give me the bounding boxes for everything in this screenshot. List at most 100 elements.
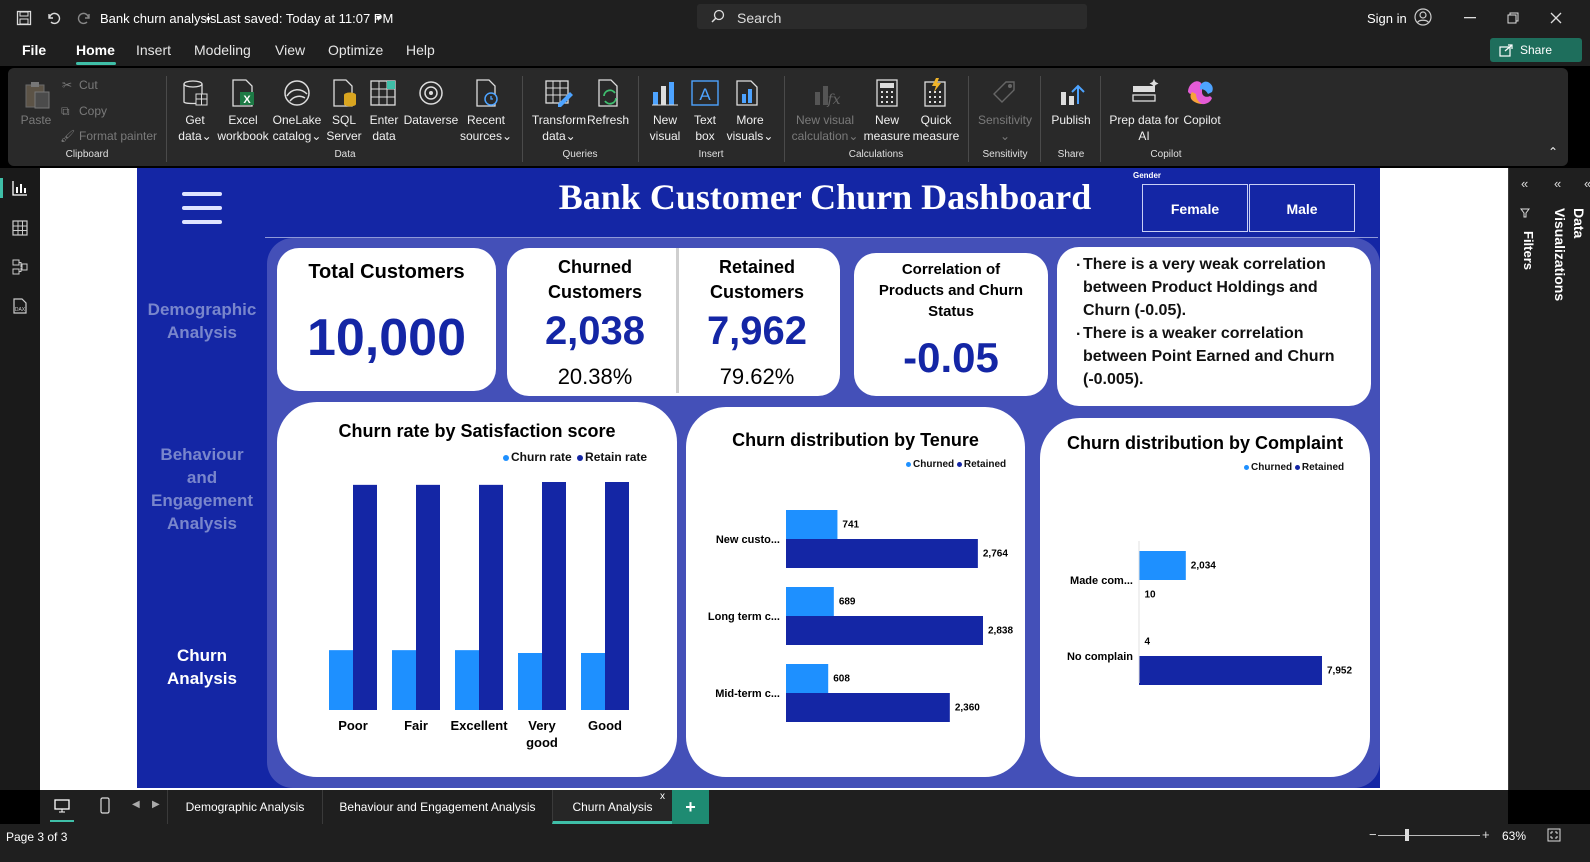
new-visual-calculation-button[interactable]: New visual calculation⌄ <box>790 112 860 144</box>
menu-file[interactable]: File <box>22 42 46 58</box>
table-view-icon[interactable] <box>12 220 28 236</box>
model-view-icon[interactable] <box>12 259 28 275</box>
filters-pane-label[interactable]: Filters <box>1521 231 1536 270</box>
copy-icon[interactable]: ⧉ <box>61 103 70 119</box>
excel-workbook-button[interactable]: Excel workbook <box>214 112 272 144</box>
enter-data-button[interactable]: Enter data <box>366 112 402 144</box>
get-data-button[interactable]: Get data⌄ <box>176 112 214 144</box>
expand-filters-icon[interactable]: « <box>1521 176 1528 191</box>
nav-demographic-analysis[interactable]: Demographic Analysis <box>140 298 264 344</box>
prev-page-icon[interactable]: ◀ <box>132 799 140 810</box>
sql-server-button[interactable]: SQL Server <box>324 112 364 144</box>
format-painter-icon[interactable]: 🖌 <box>60 128 75 144</box>
restore-icon[interactable] <box>1507 12 1519 24</box>
recent-sources-button[interactable]: Recent sources⌄ <box>458 112 514 144</box>
chevron-down-icon[interactable]: ▾ <box>376 13 381 24</box>
zoom-slider-thumb[interactable] <box>1405 829 1410 841</box>
expand-visualizations-icon[interactable]: « <box>1554 176 1561 191</box>
sign-in-link[interactable]: Sign in <box>1367 11 1407 26</box>
share-button[interactable]: Share <box>1490 38 1582 62</box>
copy-label[interactable]: Copy <box>79 103 107 119</box>
zoom-in-button[interactable]: + <box>1482 827 1490 842</box>
transform-data-button[interactable]: Transform data⌄ <box>530 112 588 144</box>
menu-insert[interactable]: Insert <box>136 42 171 58</box>
get-data-line1: Get <box>185 113 205 127</box>
copilot-icon[interactable] <box>1186 78 1216 108</box>
redo-icon[interactable] <box>76 10 92 26</box>
new-visual-icon[interactable] <box>650 78 680 108</box>
account-icon[interactable] <box>1414 8 1432 26</box>
next-page-icon[interactable]: ▶ <box>152 799 160 810</box>
more-visuals-icon[interactable] <box>734 78 764 108</box>
menu-help[interactable]: Help <box>406 42 435 58</box>
fit-to-page-icon[interactable] <box>1547 828 1561 842</box>
report-view-icon[interactable] <box>12 180 28 196</box>
new-visual-calculation-icon[interactable]: fx <box>812 78 842 108</box>
cut-icon[interactable]: ✂ <box>62 77 72 93</box>
page-tab-demographic[interactable]: Demographic Analysis <box>167 790 322 824</box>
prep-data-ai-button[interactable]: Prep data for AI <box>1106 112 1182 144</box>
nav-churn-analysis[interactable]: Churn Analysis <box>140 644 264 690</box>
nav-behaviour-engagement-analysis[interactable]: Behaviour and Engagement Analysis <box>140 443 264 535</box>
save-icon[interactable] <box>16 10 32 26</box>
close-page-icon[interactable]: x <box>660 791 665 802</box>
quick-measure-icon[interactable] <box>920 78 950 108</box>
new-visual-button[interactable]: New visual <box>646 112 684 144</box>
copilot-button[interactable]: Copilot <box>1180 112 1224 128</box>
new-measure-button[interactable]: New measure <box>862 112 912 144</box>
more-visuals-button[interactable]: More visuals⌄ <box>724 112 776 144</box>
format-painter-label[interactable]: Format painter <box>79 128 157 144</box>
add-page-button[interactable]: + <box>672 790 709 824</box>
zoom-out-button[interactable]: − <box>1369 827 1377 842</box>
enter-data-icon[interactable] <box>368 78 398 108</box>
menu-modeling[interactable]: Modeling <box>194 42 251 58</box>
slicer-option-female[interactable]: Female <box>1142 184 1248 232</box>
excel-icon[interactable]: X <box>228 78 258 108</box>
filter-icon[interactable] <box>1520 208 1530 218</box>
visualizations-pane-label[interactable]: Visualizations <box>1552 208 1568 301</box>
dataverse-button[interactable]: Dataverse <box>402 112 460 128</box>
paste-icon[interactable] <box>22 80 52 110</box>
new-measure-icon[interactable] <box>872 78 902 108</box>
text-box-button[interactable]: Text box <box>688 112 722 144</box>
menu-home[interactable]: Home <box>76 42 115 58</box>
publish-icon[interactable] <box>1058 78 1088 108</box>
onelake-catalog-button[interactable]: OneLake catalog⌄ <box>270 112 324 144</box>
cut-label[interactable]: Cut <box>79 77 98 93</box>
get-data-icon[interactable] <box>180 78 210 108</box>
collapse-ribbon-icon[interactable]: ⌃ <box>1548 144 1558 160</box>
menu-view[interactable]: View <box>275 42 305 58</box>
publish-button[interactable]: Publish <box>1048 112 1094 128</box>
expand-data-icon[interactable]: « <box>1584 176 1590 191</box>
menu-optimize[interactable]: Optimize <box>328 42 383 58</box>
sensitivity-icon[interactable] <box>990 78 1020 108</box>
refresh-button[interactable]: Refresh <box>586 112 630 128</box>
mobile-layout-icon[interactable] <box>100 797 110 814</box>
close-icon[interactable] <box>1550 12 1562 24</box>
refresh-icon[interactable] <box>594 78 624 108</box>
page-tab-behaviour[interactable]: Behaviour and Engagement Analysis <box>322 790 552 824</box>
hamburger-menu-icon[interactable] <box>180 190 224 226</box>
search-box[interactable]: Search <box>697 4 1087 29</box>
data-pane-label[interactable]: Data <box>1571 208 1587 238</box>
transform-data-icon[interactable] <box>544 78 574 108</box>
active-view-indicator <box>0 178 3 198</box>
document-title[interactable]: Bank churn analysis <box>100 11 216 26</box>
onelake-icon[interactable] <box>282 78 312 108</box>
slicer-option-male[interactable]: Male <box>1249 184 1355 232</box>
recent-sources-icon[interactable] <box>472 78 502 108</box>
sensitivity-button[interactable]: Sensitivity ⌄ <box>974 112 1036 144</box>
sql-server-icon[interactable] <box>330 78 360 108</box>
zoom-slider-track[interactable] <box>1378 835 1480 836</box>
zoom-percentage[interactable]: 63% <box>1502 829 1526 843</box>
prep-data-ai-icon[interactable] <box>1130 78 1160 108</box>
minimize-icon[interactable] <box>1464 17 1476 19</box>
quick-measure-line2: measure <box>912 129 960 143</box>
text-box-icon[interactable]: A <box>690 78 720 108</box>
quick-measure-button[interactable]: Quick measure <box>912 112 960 144</box>
page-tab-churn[interactable]: Churn Analysis <box>552 790 672 824</box>
desktop-layout-icon[interactable] <box>54 798 70 814</box>
dataverse-icon[interactable] <box>416 78 446 108</box>
dax-query-view-icon[interactable]: DAX <box>12 298 28 314</box>
undo-icon[interactable] <box>46 10 62 26</box>
